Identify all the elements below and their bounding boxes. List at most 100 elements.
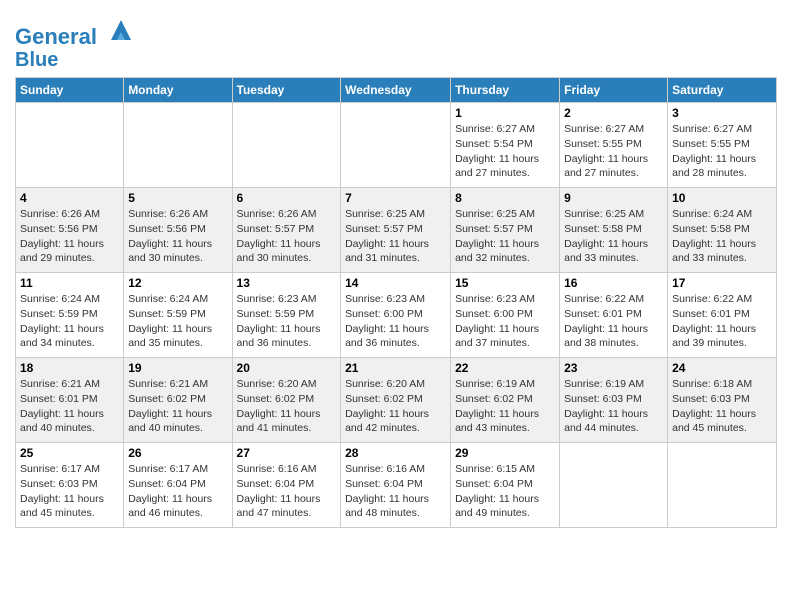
day-number: 9 [564, 191, 663, 205]
day-number: 22 [455, 361, 555, 375]
day-info: Sunrise: 6:19 AM Sunset: 6:02 PM Dayligh… [455, 377, 555, 436]
day-info: Sunrise: 6:27 AM Sunset: 5:54 PM Dayligh… [455, 122, 555, 181]
day-info: Sunrise: 6:23 AM Sunset: 5:59 PM Dayligh… [237, 292, 337, 351]
day-cell: 9 Sunrise: 6:25 AM Sunset: 5:58 PM Daylig… [560, 188, 668, 273]
day-cell: 16 Sunrise: 6:22 AM Sunset: 6:01 PM Dayli… [560, 273, 668, 358]
header-cell-thursday: Thursday [451, 78, 560, 103]
day-cell: 1Sunrise: 6:27 AM Sunset: 5:54 PM Daylig… [451, 103, 560, 188]
day-info: Sunrise: 6:17 AM Sunset: 6:03 PM Dayligh… [20, 462, 119, 521]
header-cell-friday: Friday [560, 78, 668, 103]
header-row: SundayMondayTuesdayWednesdayThursdayFrid… [16, 78, 777, 103]
day-number: 27 [237, 446, 337, 460]
header-cell-tuesday: Tuesday [232, 78, 341, 103]
day-number: 4 [20, 191, 119, 205]
day-info: Sunrise: 6:21 AM Sunset: 6:01 PM Dayligh… [20, 377, 119, 436]
day-number: 2 [564, 106, 663, 120]
day-cell: 7 Sunrise: 6:25 AM Sunset: 5:57 PM Daylig… [341, 188, 451, 273]
day-number: 29 [455, 446, 555, 460]
day-cell: 23 Sunrise: 6:19 AM Sunset: 6:03 PM Dayli… [560, 358, 668, 443]
day-info: Sunrise: 6:25 AM Sunset: 5:57 PM Dayligh… [345, 207, 446, 266]
day-info: Sunrise: 6:15 AM Sunset: 6:04 PM Dayligh… [455, 462, 555, 521]
day-cell: 24Sunrise: 6:18 AM Sunset: 6:03 PM Dayli… [668, 358, 777, 443]
day-info: Sunrise: 6:23 AM Sunset: 6:00 PM Dayligh… [345, 292, 446, 351]
day-info: Sunrise: 6:16 AM Sunset: 6:04 PM Dayligh… [237, 462, 337, 521]
day-info: Sunrise: 6:24 AM Sunset: 5:58 PM Dayligh… [672, 207, 772, 266]
week-row-1: 1Sunrise: 6:27 AM Sunset: 5:54 PM Daylig… [16, 103, 777, 188]
day-cell [341, 103, 451, 188]
day-info: Sunrise: 6:20 AM Sunset: 6:02 PM Dayligh… [237, 377, 337, 436]
day-number: 12 [128, 276, 227, 290]
day-info: Sunrise: 6:17 AM Sunset: 6:04 PM Dayligh… [128, 462, 227, 521]
day-info: Sunrise: 6:22 AM Sunset: 6:01 PM Dayligh… [672, 292, 772, 351]
day-number: 14 [345, 276, 446, 290]
day-cell: 6Sunrise: 6:26 AM Sunset: 5:57 PM Daylig… [232, 188, 341, 273]
day-cell: 17 Sunrise: 6:22 AM Sunset: 6:01 PM Dayli… [668, 273, 777, 358]
day-number: 24 [672, 361, 772, 375]
day-info: Sunrise: 6:26 AM Sunset: 5:57 PM Dayligh… [237, 207, 337, 266]
week-row-5: 25 Sunrise: 6:17 AM Sunset: 6:03 PM Dayli… [16, 443, 777, 528]
logo-general: General [15, 24, 97, 49]
day-cell: 3 Sunrise: 6:27 AM Sunset: 5:55 PM Daylig… [668, 103, 777, 188]
day-cell: 5 Sunrise: 6:26 AM Sunset: 5:56 PM Daylig… [124, 188, 232, 273]
day-cell: 12 Sunrise: 6:24 AM Sunset: 5:59 PM Dayli… [124, 273, 232, 358]
day-number: 25 [20, 446, 119, 460]
header-cell-monday: Monday [124, 78, 232, 103]
day-cell: 4 Sunrise: 6:26 AM Sunset: 5:56 PM Daylig… [16, 188, 124, 273]
day-info: Sunrise: 6:21 AM Sunset: 6:02 PM Dayligh… [128, 377, 227, 436]
logo-icon [107, 16, 135, 44]
day-number: 28 [345, 446, 446, 460]
header-cell-saturday: Saturday [668, 78, 777, 103]
day-cell: 29 Sunrise: 6:15 AM Sunset: 6:04 PM Dayli… [451, 443, 560, 528]
day-number: 7 [345, 191, 446, 205]
day-number: 18 [20, 361, 119, 375]
week-row-3: 11 Sunrise: 6:24 AM Sunset: 5:59 PM Dayli… [16, 273, 777, 358]
header: General Blue [15, 10, 777, 71]
day-cell [560, 443, 668, 528]
day-info: Sunrise: 6:25 AM Sunset: 5:57 PM Dayligh… [455, 207, 555, 266]
day-cell [124, 103, 232, 188]
day-number: 15 [455, 276, 555, 290]
day-cell: 18 Sunrise: 6:21 AM Sunset: 6:01 PM Dayli… [16, 358, 124, 443]
day-info: Sunrise: 6:25 AM Sunset: 5:58 PM Dayligh… [564, 207, 663, 266]
day-number: 26 [128, 446, 227, 460]
day-info: Sunrise: 6:22 AM Sunset: 6:01 PM Dayligh… [564, 292, 663, 351]
day-number: 20 [237, 361, 337, 375]
day-info: Sunrise: 6:24 AM Sunset: 5:59 PM Dayligh… [128, 292, 227, 351]
day-cell: 25 Sunrise: 6:17 AM Sunset: 6:03 PM Dayli… [16, 443, 124, 528]
day-number: 8 [455, 191, 555, 205]
day-cell: 2 Sunrise: 6:27 AM Sunset: 5:55 PM Daylig… [560, 103, 668, 188]
day-info: Sunrise: 6:27 AM Sunset: 5:55 PM Dayligh… [672, 122, 772, 181]
day-info: Sunrise: 6:20 AM Sunset: 6:02 PM Dayligh… [345, 377, 446, 436]
day-cell: 26 Sunrise: 6:17 AM Sunset: 6:04 PM Dayli… [124, 443, 232, 528]
logo-text: General [15, 16, 135, 49]
day-cell: 27 Sunrise: 6:16 AM Sunset: 6:04 PM Dayli… [232, 443, 341, 528]
day-number: 3 [672, 106, 772, 120]
logo: General Blue [15, 16, 135, 71]
day-info: Sunrise: 6:19 AM Sunset: 6:03 PM Dayligh… [564, 377, 663, 436]
day-cell: 19 Sunrise: 6:21 AM Sunset: 6:02 PM Dayli… [124, 358, 232, 443]
day-number: 23 [564, 361, 663, 375]
day-number: 11 [20, 276, 119, 290]
day-cell [668, 443, 777, 528]
day-number: 5 [128, 191, 227, 205]
day-cell: 11 Sunrise: 6:24 AM Sunset: 5:59 PM Dayli… [16, 273, 124, 358]
day-cell [16, 103, 124, 188]
day-info: Sunrise: 6:27 AM Sunset: 5:55 PM Dayligh… [564, 122, 663, 181]
day-info: Sunrise: 6:24 AM Sunset: 5:59 PM Dayligh… [20, 292, 119, 351]
day-cell [232, 103, 341, 188]
day-info: Sunrise: 6:23 AM Sunset: 6:00 PM Dayligh… [455, 292, 555, 351]
day-cell: 13 Sunrise: 6:23 AM Sunset: 5:59 PM Dayli… [232, 273, 341, 358]
day-number: 21 [345, 361, 446, 375]
day-cell: 14 Sunrise: 6:23 AM Sunset: 6:00 PM Dayli… [341, 273, 451, 358]
day-info: Sunrise: 6:26 AM Sunset: 5:56 PM Dayligh… [128, 207, 227, 266]
day-number: 19 [128, 361, 227, 375]
day-cell: 20 Sunrise: 6:20 AM Sunset: 6:02 PM Dayli… [232, 358, 341, 443]
day-info: Sunrise: 6:16 AM Sunset: 6:04 PM Dayligh… [345, 462, 446, 521]
calendar-table: SundayMondayTuesdayWednesdayThursdayFrid… [15, 77, 777, 528]
week-row-2: 4 Sunrise: 6:26 AM Sunset: 5:56 PM Daylig… [16, 188, 777, 273]
day-cell: 15 Sunrise: 6:23 AM Sunset: 6:00 PM Dayli… [451, 273, 560, 358]
day-number: 16 [564, 276, 663, 290]
day-number: 13 [237, 276, 337, 290]
day-info: Sunrise: 6:26 AM Sunset: 5:56 PM Dayligh… [20, 207, 119, 266]
day-number: 17 [672, 276, 772, 290]
